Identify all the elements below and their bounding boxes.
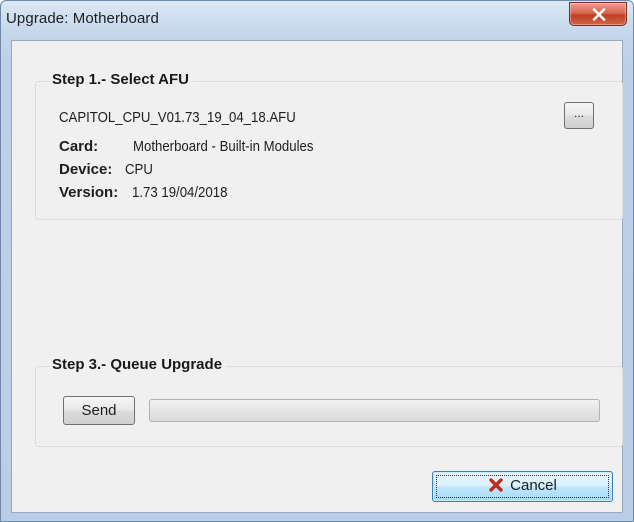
red-x-icon xyxy=(489,478,503,492)
card-value: Motherboard - Built-in Modules xyxy=(133,138,314,155)
window-title: Upgrade: Motherboard xyxy=(6,10,159,27)
close-x-icon xyxy=(592,8,606,21)
cancel-button[interactable]: Cancel xyxy=(432,471,613,502)
step3-title: Step 3.- Queue Upgrade xyxy=(50,356,227,373)
upgrade-dialog: Upgrade: Motherboard Step 1.- Select AFU… xyxy=(0,0,634,522)
device-value: CPU xyxy=(125,161,153,178)
cancel-label: Cancel xyxy=(510,477,557,494)
upgrade-progress-bar xyxy=(149,399,600,422)
version-label: Version: xyxy=(59,184,119,201)
step1-group: Step 1.- Select AFU xyxy=(35,71,623,220)
card-label: Card: xyxy=(59,138,99,155)
browse-afu-button[interactable]: ... xyxy=(564,102,594,129)
title-bar[interactable]: Upgrade: Motherboard xyxy=(1,1,633,37)
send-button[interactable]: Send xyxy=(63,396,135,425)
device-label: Device: xyxy=(59,161,113,178)
cancel-button-content: Cancel xyxy=(433,477,612,494)
version-value: 1.73 19/04/2018 xyxy=(132,184,228,201)
step1-title: Step 1.- Select AFU xyxy=(50,71,193,88)
afu-filename: CAPITOL_CPU_V01.73_19_04_18.AFU xyxy=(59,109,296,126)
close-button[interactable] xyxy=(569,2,627,26)
